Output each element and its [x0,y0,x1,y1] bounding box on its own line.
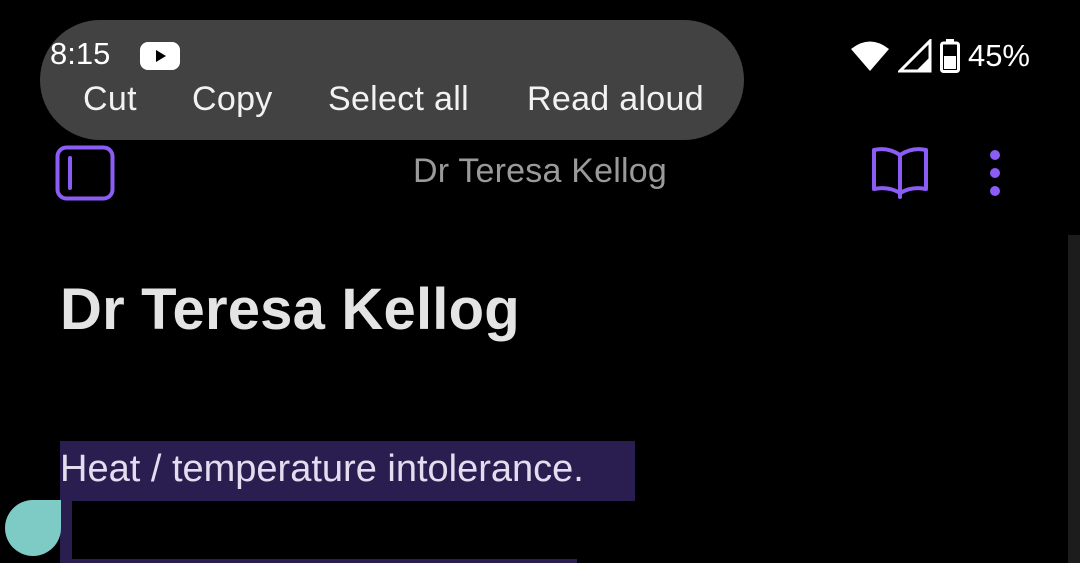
scrollbar[interactable] [1068,235,1080,563]
cellular-signal-icon [897,39,932,73]
youtube-icon [140,42,180,70]
select-all-button[interactable]: Select all [328,80,469,119]
selection-start-handle[interactable] [5,500,61,556]
cut-button[interactable]: Cut [83,80,137,119]
reading-mode-icon[interactable] [870,145,930,201]
battery-icon [939,39,960,73]
text-selection-highlight [72,559,577,563]
text-selection-toolbar: Cut Copy Select all Read aloud [40,20,744,140]
read-aloud-button[interactable]: Read aloud [527,80,704,119]
note-body-line[interactable]: Heat / temperature intolerance. [60,448,594,491]
copy-button[interactable]: Copy [192,80,273,119]
status-icons: 45% [850,36,1030,76]
wifi-icon [850,41,889,71]
note-title[interactable]: Dr Teresa Kellog [60,276,520,343]
status-time: 8:15 [50,36,111,71]
text-selection-highlight [60,501,72,563]
notes-screen: 45% Cut Copy Select all Read aloud 8:15 … [0,0,1080,563]
battery-percent: 45% [967,38,1030,73]
more-vert-icon[interactable] [980,145,1010,201]
